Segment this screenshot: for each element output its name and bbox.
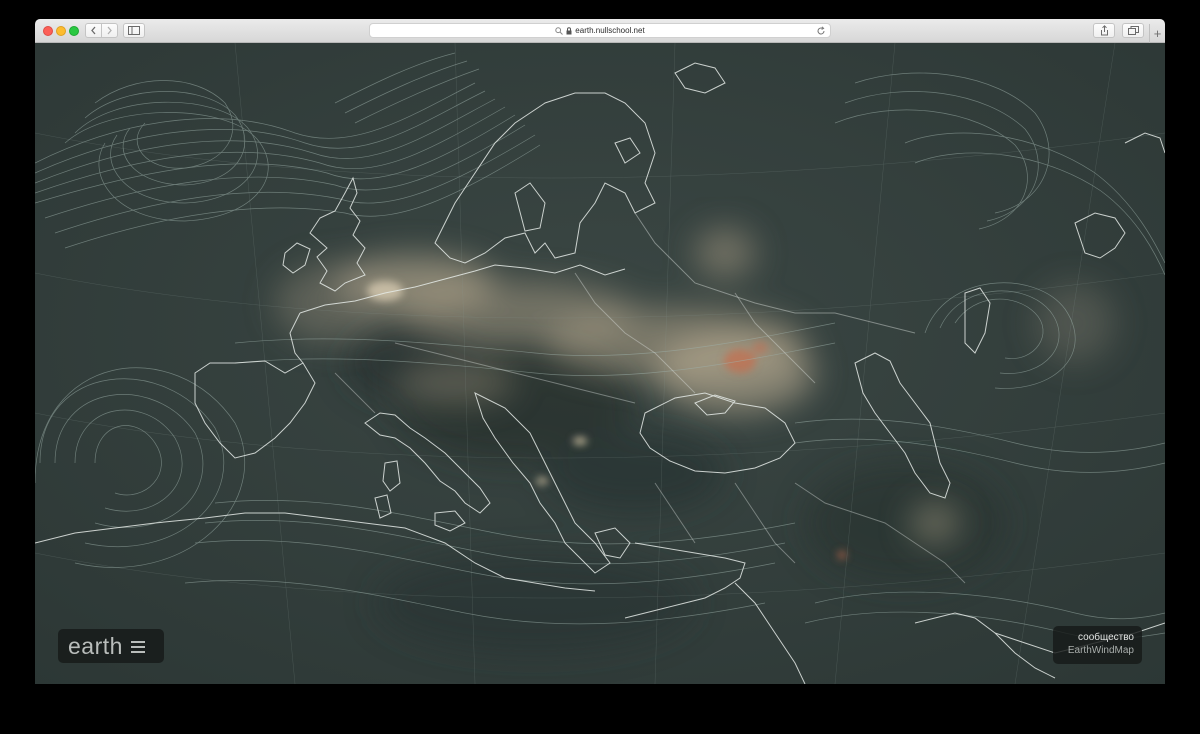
sidebar-icon (128, 26, 140, 35)
earth-map[interactable]: earth сообщество EarthWindMap (35, 43, 1165, 684)
share-icon (1100, 25, 1108, 36)
lock-icon (566, 26, 572, 34)
community-label: сообщество (1078, 632, 1134, 643)
chevron-right-icon (107, 26, 112, 35)
search-icon (555, 26, 564, 35)
zoom-window-button[interactable] (69, 26, 79, 36)
wind-map-canvas[interactable] (35, 43, 1165, 684)
share-button[interactable] (1093, 23, 1115, 38)
reload-icon[interactable] (816, 26, 826, 36)
chevron-left-icon (91, 26, 96, 35)
new-tab-button[interactable]: + (1149, 24, 1165, 43)
back-button[interactable] (85, 23, 102, 38)
forward-button[interactable] (101, 23, 118, 38)
earthwindmap-link[interactable]: EarthWindMap (1053, 644, 1134, 657)
address-bar[interactable]: earth.nullschool.net (369, 23, 831, 38)
url-text: earth.nullschool.net (575, 26, 645, 35)
minimize-window-button[interactable] (56, 26, 66, 36)
tabs-overview-icon (1127, 26, 1139, 35)
tab-overview-button[interactable] (1122, 23, 1144, 38)
earth-logo-text: earth (68, 632, 123, 659)
browser-window: earth.nullschool.net + earth сообщество … (35, 19, 1165, 684)
browser-toolbar: earth.nullschool.net + (35, 19, 1165, 43)
close-window-button[interactable] (43, 26, 53, 36)
earth-menu-button[interactable]: earth (58, 629, 164, 663)
hamburger-menu-icon (130, 641, 145, 653)
sidebar-toggle-button[interactable] (123, 23, 145, 38)
address-bar-content: earth.nullschool.net (370, 24, 830, 37)
community-panel: сообщество EarthWindMap (1053, 626, 1142, 664)
